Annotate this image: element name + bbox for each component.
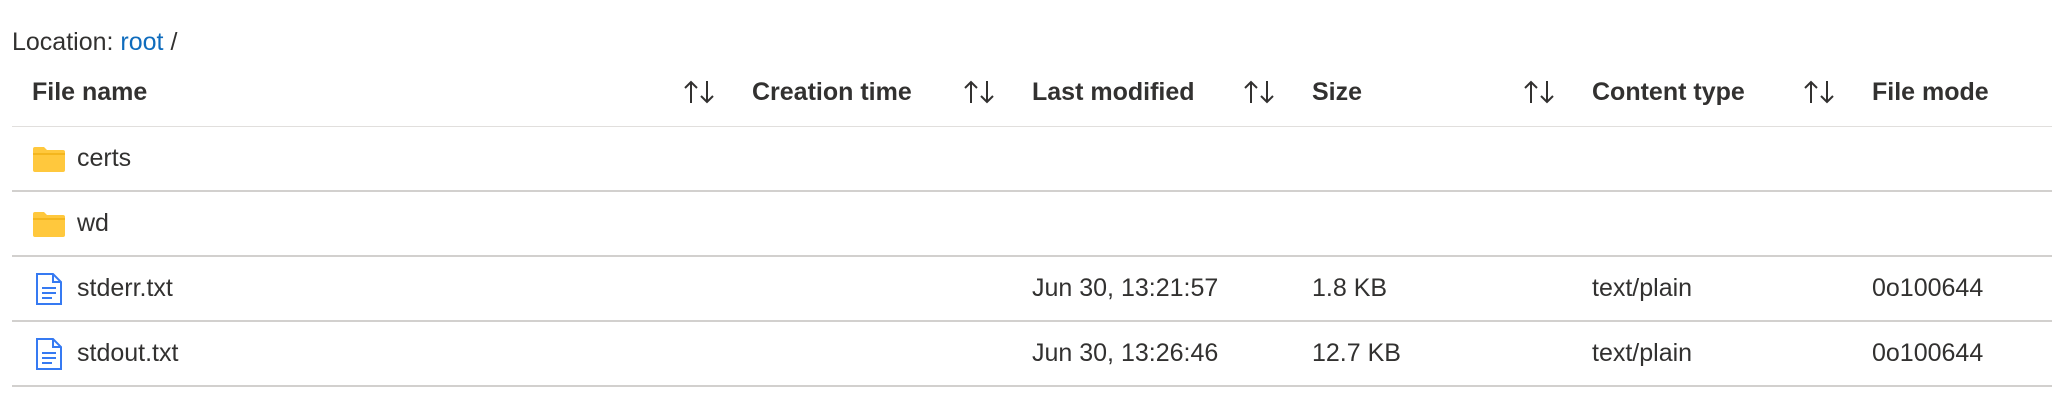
last-modified-cell: Jun 30, 13:21:57 [1032,274,1219,302]
table-row-file[interactable]: stderr.txt Jun 30, 13:21:57 1.8 KB text/… [12,257,2052,322]
column-header-last-modified[interactable]: Last modified [1032,62,1195,126]
size-cell: 1.8 KB [1312,274,1388,302]
file-mode-cell: 0o100644 [1872,339,1984,367]
file-name-cell: wd [32,192,109,255]
column-header-file-mode[interactable]: File mode [1872,62,1989,126]
file-name-cell: stdout.txt [32,322,178,385]
location-label: Location: [12,28,114,56]
size-cell: 12.7 KB [1312,339,1401,367]
file-mode-cell: 0o100644 [1872,274,1984,302]
sort-up-down-icon[interactable] [1522,78,1556,106]
last-modified-cell: Jun 30, 13:26:46 [1032,339,1219,367]
breadcrumb-separator: / [170,28,178,56]
folder-icon [32,142,66,176]
sort-up-down-icon[interactable] [682,78,716,106]
table-row-folder[interactable]: wd [12,192,2052,257]
breadcrumb-root-link[interactable]: root [120,28,163,56]
folder-icon [32,207,66,241]
sort-up-down-icon[interactable] [1802,78,1836,106]
column-header-size[interactable]: Size [1312,62,1362,126]
file-table: File name Creation time Last modified Si… [12,62,2052,387]
column-header-creation-time[interactable]: Creation time [752,62,912,126]
file-name-text: certs [77,144,132,172]
table-row-file[interactable]: stdout.txt Jun 30, 13:26:46 12.7 KB text… [12,322,2052,387]
file-name-text: wd [77,209,109,237]
document-icon [32,337,66,371]
file-name-cell: stderr.txt [32,257,173,320]
document-icon [32,272,66,306]
table-row-folder[interactable]: certs [12,127,2052,192]
content-type-cell: text/plain [1592,274,1693,302]
column-header-content-type[interactable]: Content type [1592,62,1745,126]
column-header-file-name[interactable]: File name [32,62,147,126]
sort-up-down-icon[interactable] [962,78,996,106]
content-type-cell: text/plain [1592,339,1693,367]
sort-up-down-icon[interactable] [1242,78,1276,106]
file-name-text: stderr.txt [77,274,173,302]
table-header: File name Creation time Last modified Si… [12,62,2052,127]
file-name-text: stdout.txt [77,339,179,367]
file-name-cell: certs [32,127,131,190]
breadcrumb: Location: root / [12,24,177,60]
